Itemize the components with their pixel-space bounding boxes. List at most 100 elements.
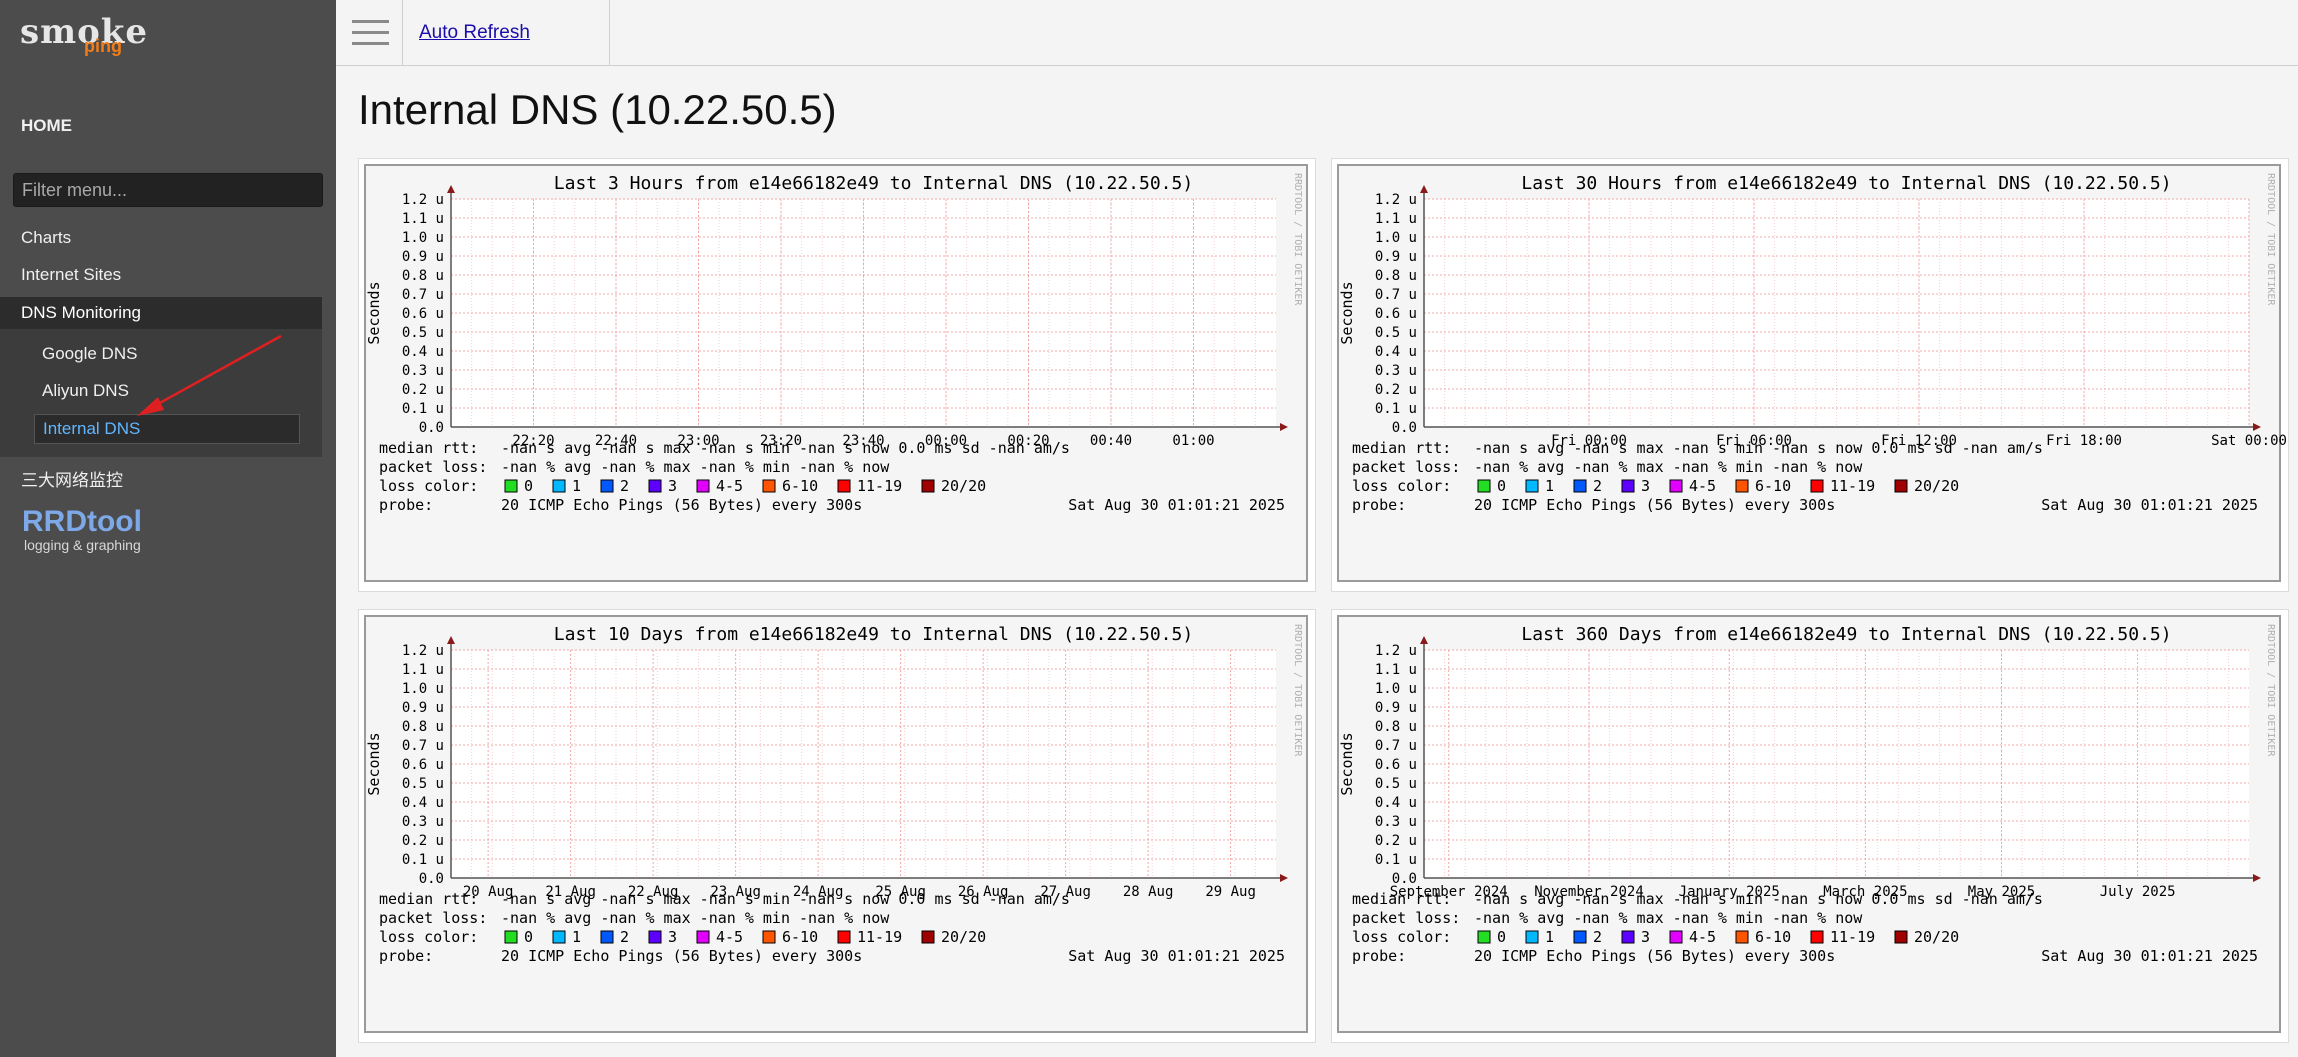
auto-refresh-link[interactable]: Auto Refresh <box>419 0 530 66</box>
loss-color-swatch <box>1810 930 1824 944</box>
watermark: RRDTOOL / TOBI OETIKER <box>1292 173 1303 306</box>
y-tick-label: 1.2 u <box>1375 643 1417 659</box>
loss-color-swatch <box>1477 479 1491 493</box>
chart-panel-30-hours[interactable]: 1.2 u 1.1 u 1.0 u 0.9 u 0.8 u 0.7 u 0.6 u 0.5 u… <box>1331 158 2289 592</box>
y-tick-label: 0.5 u <box>1375 776 1417 792</box>
y-tick-label: 1.2 u <box>402 192 444 208</box>
chart-timestamp: Sat Aug 30 01:01:21 2025 <box>2041 947 2258 965</box>
y-axis-label: Seconds <box>1338 732 1356 795</box>
median-rtt-value: -nan s avg -nan s max -nan s min -nan s … <box>1474 439 2043 457</box>
loss-color-swatch-label: 4-5 <box>1689 928 1716 946</box>
median-rtt-value: -nan s avg -nan s max -nan s min -nan s … <box>501 890 1070 908</box>
packet-loss-label: packet loss: <box>379 458 487 476</box>
loss-color-swatch-label: 20/20 <box>1914 928 1959 946</box>
loss-color-swatch-label: 20/20 <box>941 477 986 495</box>
sidebar-item-dns-monitoring[interactable]: DNS Monitoring <box>0 297 322 329</box>
rrdtool-tagline: logging & graphing <box>24 537 141 553</box>
y-tick-label: 0.2 u <box>402 382 444 398</box>
page-title: Internal DNS (10.22.50.5) <box>358 86 837 133</box>
loss-color-swatch-label: 1 <box>1545 928 1554 946</box>
y-tick-label: 0.4 u <box>402 795 444 811</box>
y-tick-label: 0.6 u <box>1375 757 1417 773</box>
sidebar-item-internal-dns[interactable]: Internal DNS <box>34 414 300 444</box>
sidebar-item-aliyun-dns[interactable]: Aliyun DNS <box>42 381 129 401</box>
y-tick-label: 0.7 u <box>1375 287 1417 303</box>
probe-label: probe: <box>1352 947 1406 965</box>
chart-panel-10-days[interactable]: 1.2 u 1.1 u 1.0 u 0.9 u 0.8 u 0.7 u 0.6 u 0.5 u… <box>358 609 1316 1043</box>
y-tick-label: 0.6 u <box>1375 306 1417 322</box>
loss-color-swatch-label: 1 <box>572 477 581 495</box>
median-rtt-value: -nan s avg -nan s max -nan s min -nan s … <box>501 439 1070 457</box>
y-tick-label: 0.4 u <box>402 344 444 360</box>
y-tick-label: 0.2 u <box>1375 833 1417 849</box>
packet-loss-value: -nan % avg -nan % max -nan % min -nan % … <box>501 458 890 476</box>
y-tick-label: 0.8 u <box>1375 268 1417 284</box>
loss-color-swatch-label: 0 <box>524 928 533 946</box>
x-tick-label: 28 Aug <box>1123 884 1174 900</box>
loss-color-swatch <box>1735 930 1749 944</box>
hamburger-menu-icon[interactable] <box>336 0 403 66</box>
chart-timestamp: Sat Aug 30 01:01:21 2025 <box>2041 496 2258 514</box>
watermark: RRDTOOL / TOBI OETIKER <box>2265 173 2276 306</box>
probe-value: 20 ICMP Echo Pings (56 Bytes) every 300s <box>501 947 862 965</box>
loss-color-swatch-label: 0 <box>1497 477 1506 495</box>
y-tick-label: 0.9 u <box>1375 249 1417 265</box>
probe-label: probe: <box>379 947 433 965</box>
y-tick-label: 0.1 u <box>402 401 444 417</box>
chart-10-days: 1.2 u 1.1 u 1.0 u 0.9 u 0.8 u 0.7 u 0.6 u 0.5 u… <box>364 615 1308 1033</box>
packet-loss-label: packet loss: <box>379 909 487 927</box>
loss-color-swatch-label: 1 <box>1545 477 1554 495</box>
loss-color-swatch <box>1573 930 1587 944</box>
chart-timestamp: Sat Aug 30 01:01:21 2025 <box>1068 947 1285 965</box>
chart-3-hours: 1.2 u 1.1 u 1.0 u 0.9 u 0.8 u 0.7 u 0.6 u 0.5 u… <box>364 164 1308 582</box>
y-tick-label: 0.8 u <box>402 268 444 284</box>
sidebar-item-charts[interactable]: Charts <box>21 228 71 248</box>
y-tick-label: 0.9 u <box>402 700 444 716</box>
loss-color-swatch <box>837 479 851 493</box>
sidebar-item-internet-sites[interactable]: Internet Sites <box>21 265 121 285</box>
filter-menu-input[interactable] <box>13 173 323 207</box>
y-tick-label: 0.8 u <box>1375 719 1417 735</box>
loss-color-swatch-label: 1 <box>572 928 581 946</box>
y-tick-label: 0.4 u <box>1375 795 1417 811</box>
loss-color-swatch-label: 6-10 <box>782 477 818 495</box>
loss-color-swatch <box>552 930 566 944</box>
logo-sub: ping <box>84 36 122 56</box>
rrdtool-logo[interactable]: RRDtool logging & graphing <box>22 506 142 553</box>
loss-color-swatch <box>1735 479 1749 493</box>
y-tick-label: 0.6 u <box>402 306 444 322</box>
loss-color-swatch <box>1525 930 1539 944</box>
y-tick-label: 0.4 u <box>1375 344 1417 360</box>
chart-title: Last 3 Hours from e14e66182e49 to Intern… <box>554 173 1193 194</box>
sidebar: smoke ping HOME Charts Internet Sites DN… <box>0 0 336 1057</box>
y-tick-label: 0.5 u <box>402 776 444 792</box>
y-tick-label: 1.0 u <box>1375 681 1417 697</box>
chart-panel-360-days[interactable]: 1.2 u 1.1 u 1.0 u 0.9 u 0.8 u 0.7 u 0.6 u 0.5 u… <box>1331 609 2289 1043</box>
loss-color-swatch-label: 4-5 <box>716 477 743 495</box>
loss-color-swatch <box>762 930 776 944</box>
y-tick-label: 0.3 u <box>402 814 444 830</box>
y-tick-label: 1.1 u <box>1375 211 1417 227</box>
loss-color-swatch <box>1621 930 1635 944</box>
loss-color-swatch-label: 2 <box>1593 477 1602 495</box>
y-tick-label: 0.9 u <box>1375 700 1417 716</box>
smokeping-logo[interactable]: smoke ping <box>20 10 160 56</box>
loss-color-swatch <box>921 479 935 493</box>
loss-color-swatch-label: 11-19 <box>1830 928 1875 946</box>
loss-color-swatch <box>600 930 614 944</box>
loss-color-label: loss color: <box>379 477 478 495</box>
watermark: RRDTOOL / TOBI OETIKER <box>2265 624 2276 757</box>
sidebar-item-google-dns[interactable]: Google DNS <box>42 344 137 364</box>
loss-color-swatch <box>1894 479 1908 493</box>
sidebar-item-network-monitoring[interactable]: 三大网络监控 <box>21 466 123 491</box>
chart-panel-3-hours[interactable]: 1.2 u 1.1 u 1.0 u 0.9 u 0.8 u 0.7 u 0.6 u 0.5 u… <box>358 158 1316 592</box>
median-rtt-label: median rtt: <box>379 439 478 457</box>
y-tick-label: 1.1 u <box>402 662 444 678</box>
y-tick-label: 1.0 u <box>1375 230 1417 246</box>
y-tick-label: 0.1 u <box>1375 401 1417 417</box>
x-tick-label: 01:00 <box>1172 433 1214 449</box>
loss-color-swatch-label: 6-10 <box>1755 477 1791 495</box>
main-content: Internal DNS (10.22.50.5) 1.2 u 1.1 u 1.0 … <box>336 66 2298 1057</box>
loss-color-swatch-label: 4-5 <box>1689 477 1716 495</box>
sidebar-item-home[interactable]: HOME <box>21 116 72 136</box>
